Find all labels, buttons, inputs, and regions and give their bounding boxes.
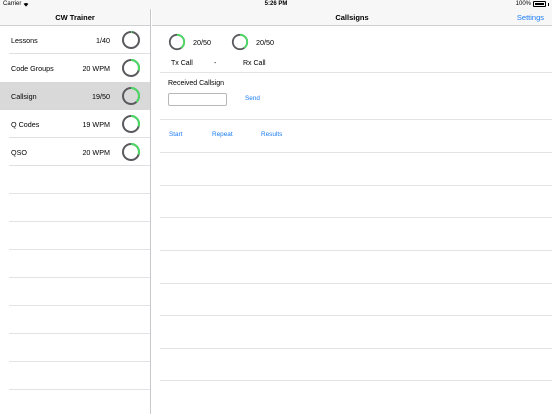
sidebar-item-value: 1/40 (96, 35, 110, 45)
sidebar-nav-bar: CW Trainer (0, 9, 150, 26)
progress-ring-icon (122, 143, 140, 161)
rx-call-label: Rx Call (243, 60, 266, 67)
empty-row (9, 250, 150, 278)
empty-row (9, 222, 150, 250)
main-nav-bar: Callsigns Settings (152, 9, 552, 26)
divider (160, 217, 552, 218)
empty-row (9, 334, 150, 362)
progress-ring-icon (122, 87, 140, 105)
divider (9, 165, 150, 166)
empty-row (9, 362, 150, 390)
sidebar-list: Lessons 1/40 Code Groups 20 WPM Callsign 19/5… (0, 26, 150, 166)
sidebar: CW Trainer Lessons 1/40 Code Groups 20 WPM C… (0, 9, 151, 414)
sidebar-item-label: Code Groups (11, 63, 54, 73)
stat-right: 20/50 (231, 33, 274, 51)
send-button[interactable]: Send (245, 95, 260, 102)
ring-track (122, 31, 140, 49)
sidebar-item-value: 19 WPM (82, 119, 110, 129)
progress-ring-icon (122, 59, 140, 77)
progress-ring-icon (231, 33, 249, 51)
main-panel: Callsigns Settings 20/50 20/50 Tx Call -… (152, 9, 552, 414)
start-button[interactable]: Start (169, 131, 183, 138)
status-right: 100% (516, 1, 549, 7)
callsign-input[interactable] (168, 93, 227, 106)
sidebar-item-label: Lessons (11, 35, 38, 45)
call-separator: - (214, 60, 217, 67)
sidebar-item-value: 19/50 (92, 91, 110, 101)
sidebar-item-value: 20 WPM (82, 63, 110, 73)
divider (160, 152, 552, 153)
empty-row (9, 278, 150, 306)
page-title: Callsigns (335, 13, 369, 22)
sidebar-item-value: 20 WPM (82, 147, 110, 157)
sidebar-item-callsign[interactable]: Callsign 19/50 (0, 82, 150, 110)
received-callsign-label: Received Callsign (168, 80, 225, 87)
stat-left-value: 20/50 (193, 37, 211, 47)
settings-button[interactable]: Settings (517, 13, 544, 22)
divider (160, 119, 552, 120)
sidebar-item-lessons[interactable]: Lessons 1/40 (0, 26, 150, 54)
divider (160, 315, 552, 316)
stat-right-value: 20/50 (256, 37, 274, 47)
sidebar-empty-rows (0, 166, 150, 390)
sidebar-item-qso[interactable]: QSO 20 WPM (0, 138, 150, 166)
divider (160, 380, 552, 381)
battery-tip (548, 2, 549, 6)
empty-row (9, 306, 150, 334)
divider (160, 185, 552, 186)
divider (160, 283, 552, 284)
repeat-button[interactable]: Repeat (212, 131, 233, 138)
sidebar-item-label: Callsign (11, 91, 37, 101)
battery-icon (533, 1, 546, 7)
sidebar-item-label: QSO (11, 147, 27, 157)
empty-row (9, 166, 150, 194)
divider (160, 250, 552, 251)
empty-row (9, 194, 150, 222)
ipad-screen: Carrier 5:26 PM 100% CW Trainer Lessons 1… (0, 0, 552, 414)
status-bar: Carrier 5:26 PM 100% (0, 0, 552, 9)
divider (160, 348, 552, 349)
divider (160, 72, 552, 73)
progress-ring-icon (122, 31, 140, 49)
sidebar-item-code-groups[interactable]: Code Groups 20 WPM (0, 54, 150, 82)
results-button[interactable]: Results (261, 131, 282, 138)
stat-left: 20/50 (168, 33, 211, 51)
sidebar-item-q-codes[interactable]: Q Codes 19 WPM (0, 110, 150, 138)
sidebar-item-label: Q Codes (11, 119, 40, 129)
battery-percent: 100% (515, 1, 531, 7)
sidebar-title: CW Trainer (55, 12, 95, 22)
status-time: 5:26 PM (264, 1, 288, 7)
tx-call-label: Tx Call (171, 60, 193, 67)
progress-ring-icon (122, 115, 140, 133)
progress-ring-icon (168, 33, 186, 51)
